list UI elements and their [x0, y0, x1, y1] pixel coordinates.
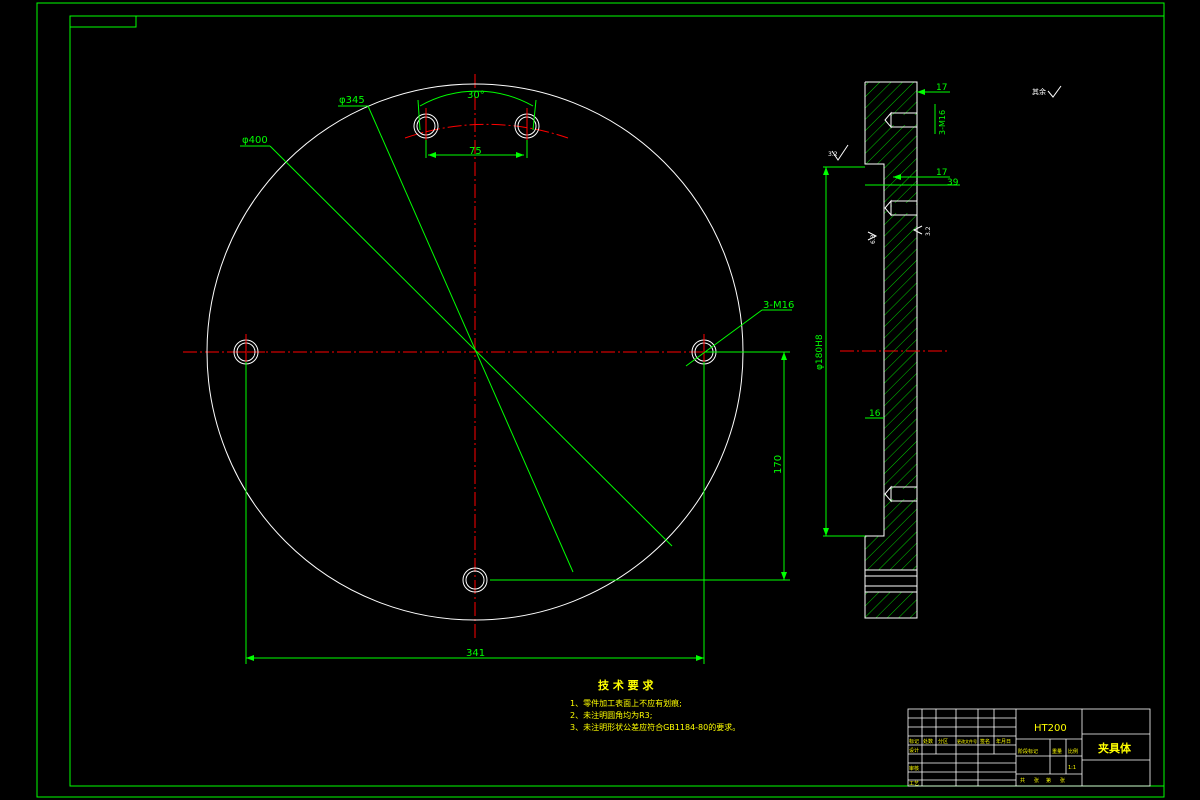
title-row-label-2: 处数 [923, 738, 933, 745]
front-dimension-lines [240, 90, 792, 664]
roughness-top: 3.2 [828, 151, 838, 158]
title-sheet-3: 第 [1046, 777, 1051, 784]
title-row-label-4: 更改文件号 [957, 738, 977, 744]
title-row-label-6: 年月日 [996, 738, 1011, 745]
title-sheet-4: 张 [1060, 777, 1065, 784]
title-sheet-2: 张 [1034, 777, 1039, 784]
dim-side-39: 39 [947, 178, 959, 188]
title-part-name: 夹具体 [1098, 741, 1132, 755]
dim-angle-30: 30° [467, 90, 485, 101]
dim-side-m16: 3-M16 [938, 110, 947, 135]
roughness-right: 3.2 [925, 226, 932, 236]
front-view: φ400 φ345 30° 75 3-M16 170 341 [183, 74, 794, 664]
dim-3-m16: 3-M16 [763, 300, 794, 311]
title-side-label-2: 审核 [909, 765, 919, 772]
side-view: 17 17 39 16 3-M16 φ180H8 3.2 6.3 3.2 其余 [815, 81, 1062, 619]
dim-341: 341 [466, 648, 485, 659]
cad-drawing: φ400 φ345 30° 75 3-M16 170 341 17 17 39 … [36, 2, 1165, 798]
dim-side-17-mid: 17 [936, 168, 947, 178]
tech-req-item-3: 3、未注明形状公差应符合GB1184-80的要求。 [570, 722, 740, 732]
dim-phi345: φ345 [339, 95, 365, 106]
dim-side-phi180: φ180H8 [815, 334, 825, 370]
centerlines [183, 74, 770, 640]
section-hatching [865, 82, 917, 618]
title-side-label-3: 工艺 [909, 781, 919, 787]
drawing-frame [36, 2, 1165, 798]
title-row-label-5: 签名 [980, 738, 990, 745]
title-row-label-1: 标记 [909, 738, 919, 745]
top-holes [413, 113, 540, 139]
pitch-arc [404, 123, 569, 139]
title-right-label-1: 阶段标记 [1018, 748, 1038, 755]
dim-phi400: φ400 [242, 135, 268, 146]
title-side-label-1: 设计 [909, 747, 919, 754]
roughness-left: 6.3 [870, 234, 877, 244]
title-right-label-2: 重量 [1052, 748, 1062, 755]
tech-req-item-2: 2、未注明圆角均为R3; [570, 710, 652, 720]
technical-requirements: 技 术 要 求 1、零件加工表面上不应有划痕; 2、未注明圆角均为R3; 3、未… [570, 678, 740, 732]
title-block: HT200 夹具体 标记 处数 分区 更改文件号 签名 年月日 设计 审核 工艺… [907, 708, 1151, 787]
dim-side-16: 16 [869, 409, 881, 419]
dim-75: 75 [469, 146, 482, 157]
title-right-label-3: 比例 [1068, 748, 1078, 755]
tech-req-item-1: 1、零件加工表面上不应有划痕; [570, 698, 682, 708]
dim-side-17-top: 17 [936, 83, 947, 93]
title-material: HT200 [1034, 723, 1067, 734]
title-sheet-1: 共 [1020, 777, 1025, 784]
front-arrows [246, 152, 787, 661]
corner-roughness-label: 其余 [1032, 87, 1046, 96]
dim-170: 170 [773, 455, 784, 474]
title-scale: 1:1 [1068, 765, 1076, 771]
tech-req-title: 技 术 要 求 [598, 678, 654, 692]
title-row-label-3: 分区 [938, 738, 948, 745]
